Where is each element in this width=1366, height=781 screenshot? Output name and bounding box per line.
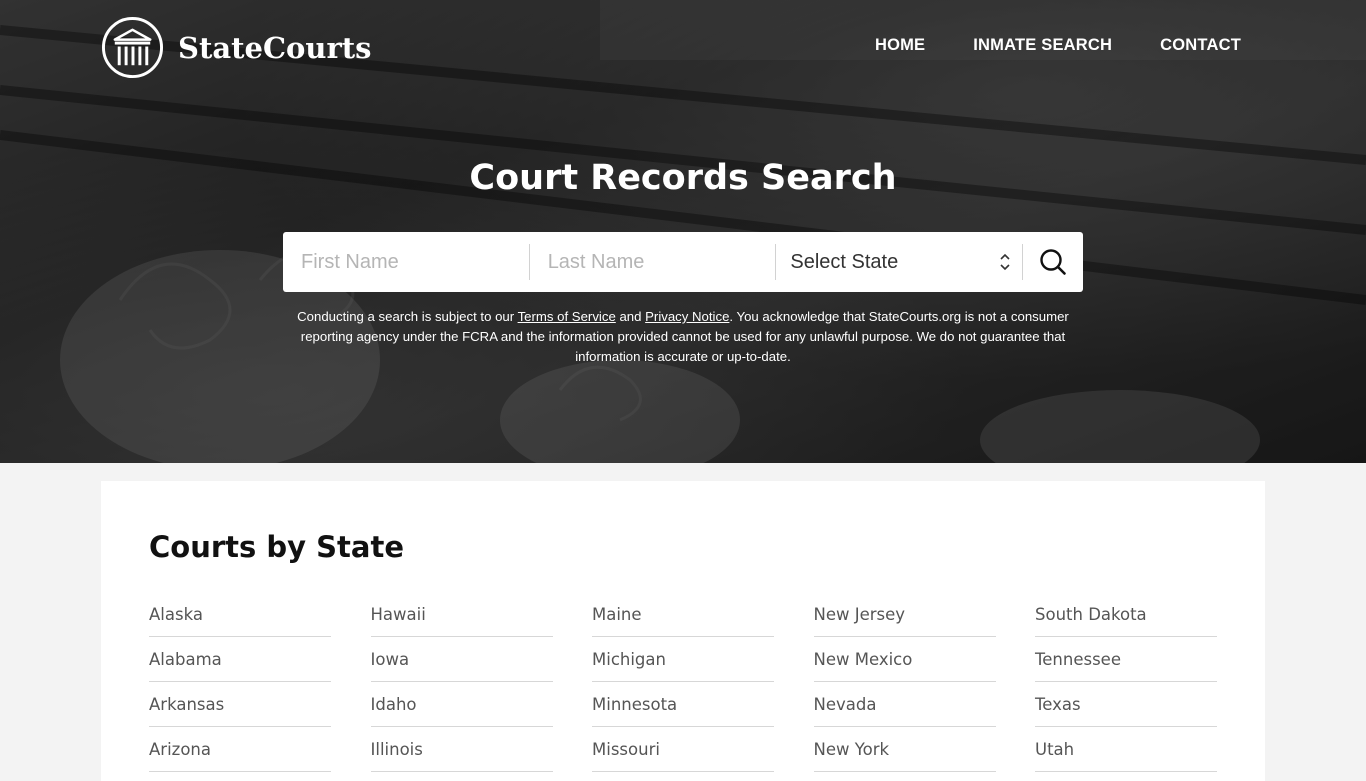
state-link-grid: Alaska Hawaii Maine New Jersey South Dak… [149,592,1217,772]
state-link[interactable]: Idaho [370,682,553,727]
search-form: Select State [283,232,1083,292]
state-link[interactable]: Utah [1035,727,1217,772]
state-link[interactable]: Alaska [149,592,331,637]
disclaimer-text: Conducting a search is subject to our [297,309,518,324]
state-link[interactable]: Minnesota [592,682,774,727]
state-link[interactable]: Iowa [370,637,553,682]
privacy-notice-link[interactable]: Privacy Notice [645,309,729,324]
state-link[interactable]: Maine [592,592,774,637]
search-button[interactable] [1023,232,1083,292]
page-title: Court Records Search [469,158,897,198]
search-icon [1040,249,1066,275]
courts-by-state-panel: Courts by State Alaska Hawaii Maine New … [101,481,1265,781]
last-name-field [529,232,776,292]
state-link[interactable]: Arkansas [149,682,331,727]
state-select-value: Select State [790,250,899,273]
first-name-field [283,232,529,292]
brand-name: StateCourts [178,30,372,65]
nav-contact[interactable]: CONTACT [1160,36,1241,55]
state-link[interactable]: Texas [1035,682,1217,727]
section-title: Courts by State [149,530,404,564]
state-link[interactable]: Michigan [592,637,774,682]
state-link[interactable]: Illinois [370,727,553,772]
search-disclaimer: Conducting a search is subject to our Te… [283,307,1083,367]
state-link[interactable]: New Jersey [813,592,996,637]
state-link[interactable]: South Dakota [1035,592,1217,637]
state-link[interactable]: Alabama [149,637,331,682]
state-select[interactable]: Select State [776,232,1022,292]
state-link[interactable]: Arizona [149,727,331,772]
state-link[interactable]: New Mexico [813,637,996,682]
first-name-input[interactable] [283,232,529,292]
state-link[interactable]: Hawaii [370,592,553,637]
state-link[interactable]: New York [813,727,996,772]
hero-banner: StateCourts HOME INMATE SEARCH CONTACT C… [0,0,1366,463]
nav-home[interactable]: HOME [875,36,925,55]
state-link[interactable]: Nevada [813,682,996,727]
select-arrows-icon [1000,253,1010,271]
terms-of-service-link[interactable]: Terms of Service [518,309,616,324]
last-name-input[interactable] [529,232,776,292]
state-link[interactable]: Tennessee [1035,637,1217,682]
nav-inmate-search[interactable]: INMATE SEARCH [973,36,1112,55]
state-link[interactable]: Missouri [592,727,774,772]
main-nav: HOME INMATE SEARCH CONTACT [875,36,1241,55]
brand-logo[interactable]: StateCourts [101,16,371,79]
courthouse-icon [101,16,164,79]
disclaimer-text: and [615,309,646,324]
